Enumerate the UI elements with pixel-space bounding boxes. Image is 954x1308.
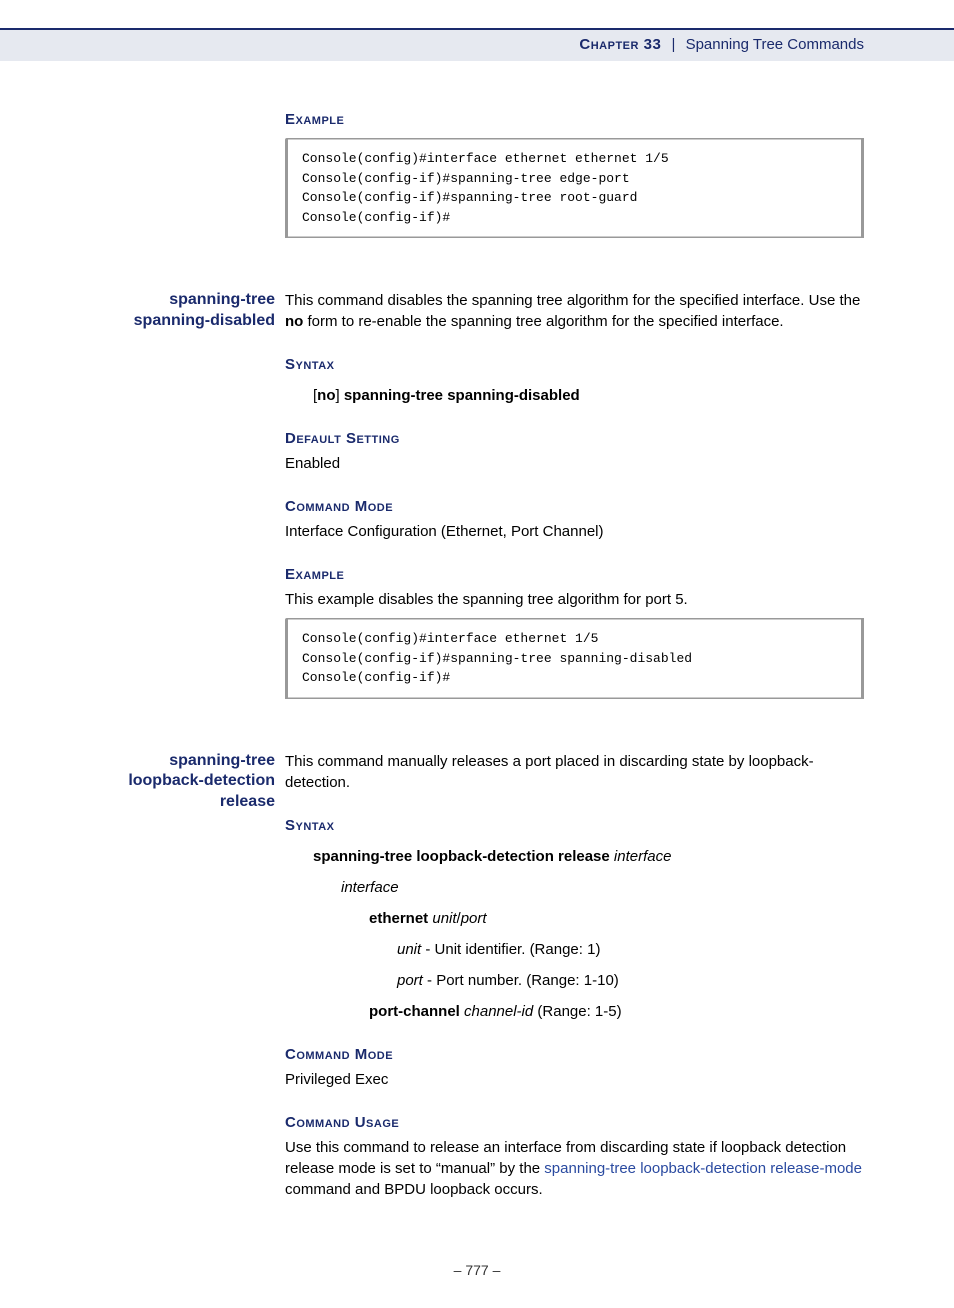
param-unit: unit - Unit identifier. (Range: 1): [397, 939, 864, 960]
heading-default: Default Setting: [285, 428, 864, 449]
page-number: – 777 –: [454, 1262, 501, 1278]
spanning-disabled-body: This command disables the spanning tree …: [285, 290, 864, 723]
section-spanning-disabled: spanning-tree spanning-disabled This com…: [90, 290, 864, 723]
chapter-title: Spanning Tree Commands: [686, 36, 864, 53]
usage-link[interactable]: spanning-tree loopback-detection release…: [544, 1160, 862, 1177]
param-interface-i: interface: [341, 879, 399, 896]
param-eth-port: port: [461, 910, 487, 927]
header-separator: |: [671, 36, 675, 53]
syntax-no: no: [317, 387, 335, 404]
param-port-t: - Port number. (Range: 1-10): [423, 972, 619, 989]
param-eth-unit: unit: [428, 910, 456, 927]
mode-value-3: Privileged Exec: [285, 1069, 864, 1090]
side-spanning-disabled: spanning-tree spanning-disabled: [90, 290, 285, 332]
heading-example-2: Example: [285, 564, 864, 585]
page-footer: – 777 –: [0, 1252, 954, 1308]
param-interface: interface: [341, 877, 864, 898]
syntax-cmd-3: spanning-tree loopback-detection release: [313, 848, 610, 865]
usage-text: Use this command to release an interface…: [285, 1137, 864, 1200]
heading-mode: Command Mode: [285, 496, 864, 517]
page-header: Chapter 33 | Spanning Tree Commands: [0, 28, 954, 61]
param-portchannel: port-channel channel-id (Range: 1-5): [369, 1001, 864, 1022]
heading-mode-3: Command Mode: [285, 1044, 864, 1065]
default-value: Enabled: [285, 453, 864, 474]
example-block: Example Console(config)#interface ethern…: [285, 109, 864, 262]
code-example-1: Console(config)#interface ethernet ether…: [285, 138, 864, 238]
param-ethernet: ethernet unit/port: [369, 908, 864, 929]
chapter-label: Chapter 33: [579, 36, 661, 53]
param-pc-b: port-channel: [369, 1003, 460, 1020]
heading-syntax-3: Syntax: [285, 815, 864, 836]
desc-loopback-release: This command manually releases a port pl…: [285, 751, 864, 793]
param-eth-b: ethernet: [369, 910, 428, 927]
heading-usage: Command Usage: [285, 1112, 864, 1133]
desc-part-a: This command disables the spanning tree …: [285, 292, 860, 309]
section-loopback-release: spanning-tree loopback-detection release…: [90, 751, 864, 1206]
syntax-spanning-disabled: [no] spanning-tree spanning-disabled: [313, 385, 864, 406]
usage-b: command and BPDU loopback occurs.: [285, 1181, 543, 1198]
syntax-rb: ]: [336, 387, 344, 404]
page-content: Example Console(config)#interface ethern…: [0, 61, 954, 1252]
param-port-i: port: [397, 972, 423, 989]
param-pc-t: (Range: 1-5): [533, 1003, 621, 1020]
loopback-release-body: This command manually releases a port pl…: [285, 751, 864, 1206]
syntax-loopback: spanning-tree loopback-detection release…: [313, 846, 864, 867]
example-intro: This example disables the spanning tree …: [285, 589, 864, 610]
param-pc-i: channel-id: [460, 1003, 533, 1020]
desc-no: no: [285, 313, 303, 330]
heading-example: Example: [285, 109, 864, 130]
param-unit-i: unit: [397, 941, 421, 958]
desc-part-b: form to re-enable the spanning tree algo…: [303, 313, 783, 330]
param-port: port - Port number. (Range: 1-10): [397, 970, 864, 991]
param-unit-t: - Unit identifier. (Range: 1): [421, 941, 600, 958]
side-loopback-release: spanning-tree loopback-detection release: [90, 751, 285, 813]
mode-value: Interface Configuration (Ethernet, Port …: [285, 521, 864, 542]
desc-spanning-disabled: This command disables the spanning tree …: [285, 290, 864, 332]
section-example-top: Example Console(config)#interface ethern…: [90, 109, 864, 262]
syntax-arg-3: interface: [610, 848, 672, 865]
code-example-2: Console(config)#interface ethernet 1/5 C…: [285, 618, 864, 699]
heading-syntax: Syntax: [285, 354, 864, 375]
syntax-cmd: spanning-tree spanning-disabled: [344, 387, 580, 404]
